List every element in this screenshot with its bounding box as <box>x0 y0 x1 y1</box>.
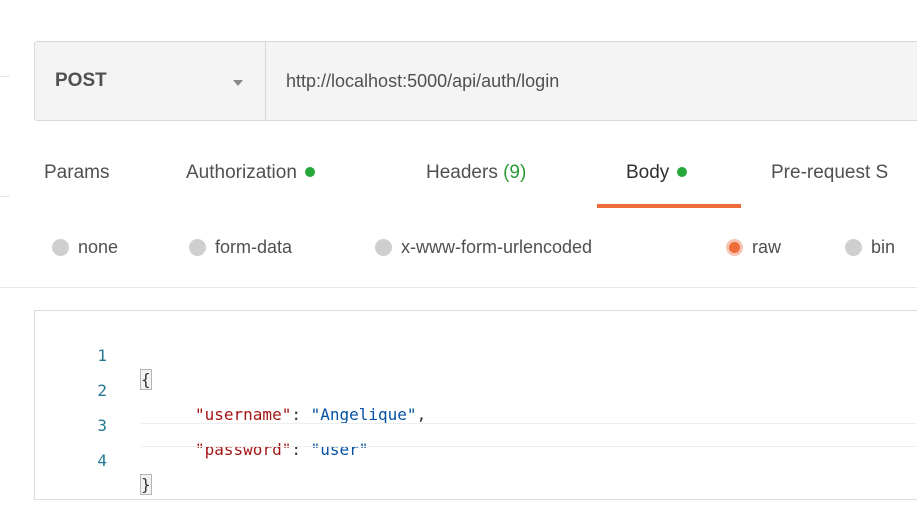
method-dropdown[interactable]: POST <box>35 42 266 120</box>
body-mode-none[interactable]: none <box>52 237 118 258</box>
body-mode-raw[interactable]: raw <box>726 237 781 258</box>
tab-headers[interactable]: Headers (9) <box>426 162 526 184</box>
radio-icon[interactable] <box>845 239 862 256</box>
tab-body[interactable]: Body <box>626 162 688 184</box>
editor-line: 1 { <box>35 320 917 390</box>
status-dot-icon <box>304 166 315 177</box>
request-url-bar: POST <box>34 41 917 121</box>
radio-icon[interactable] <box>375 239 392 256</box>
body-mode-binary[interactable]: bin <box>845 237 895 258</box>
editor-line: 2 "username": "Angelique", <box>35 355 917 424</box>
section-divider <box>0 287 917 288</box>
tab-authorization[interactable]: Authorization <box>186 162 315 184</box>
left-divider <box>0 196 10 197</box>
tab-params[interactable]: Params <box>44 162 109 184</box>
chevron-down-icon <box>233 80 243 86</box>
radio-icon[interactable] <box>189 239 206 256</box>
line-number: 4 <box>97 451 107 470</box>
method-label: POST <box>55 70 107 91</box>
radio-selected-icon[interactable] <box>726 239 743 256</box>
body-mode-form-data[interactable]: form-data <box>189 237 292 258</box>
active-tab-indicator <box>597 204 741 208</box>
body-editor[interactable]: 1 { 2 "username": "Angelique", 3 "passwo… <box>34 310 917 500</box>
url-input[interactable] <box>266 42 917 120</box>
editor-line: 4 } <box>35 425 917 495</box>
tab-pre-request-script[interactable]: Pre-request S <box>771 162 888 184</box>
left-divider <box>0 76 10 77</box>
editor-line: 3 "password": "user" <box>35 390 917 459</box>
headers-count: (9) <box>503 162 527 183</box>
close-brace: } <box>140 474 152 495</box>
radio-icon[interactable] <box>52 239 69 256</box>
status-dot-icon <box>677 166 688 177</box>
body-mode-x-www-form-urlencoded[interactable]: x-www-form-urlencoded <box>375 237 592 258</box>
